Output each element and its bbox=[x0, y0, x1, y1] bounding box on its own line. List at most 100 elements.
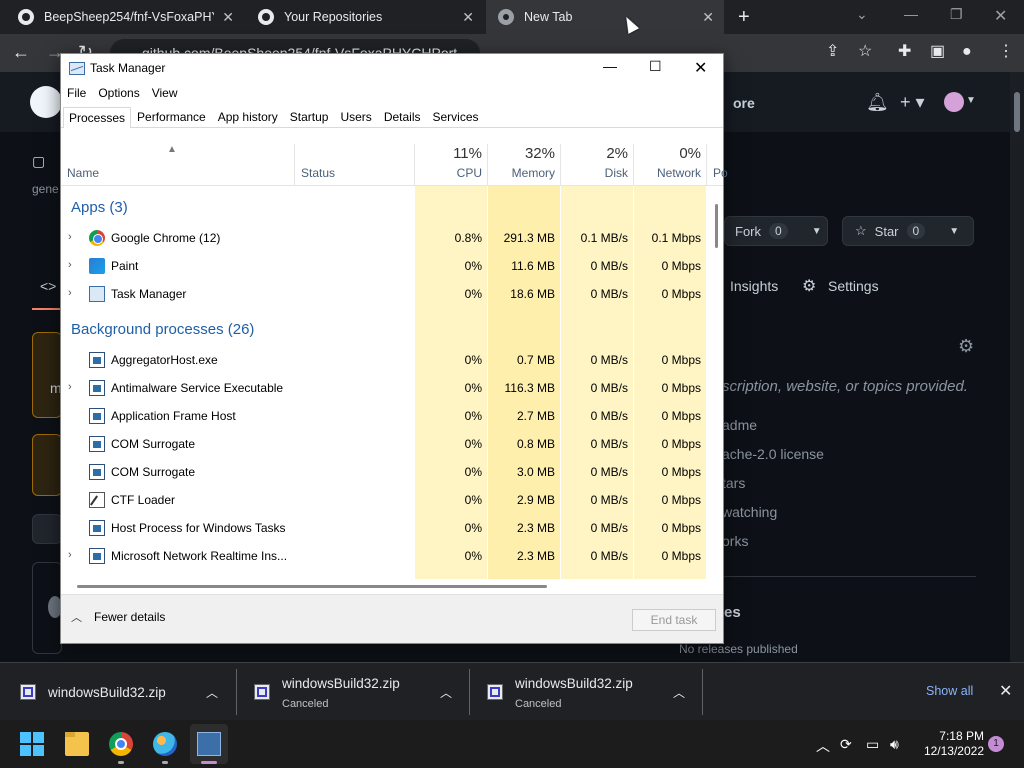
header-status[interactable]: Status bbox=[301, 166, 335, 180]
about-forks[interactable]: orks bbox=[722, 533, 748, 549]
table-row[interactable]: CTF Loader 0% 2.9 MB 0 MB/s 0 Mbps bbox=[61, 486, 711, 514]
minimize-icon[interactable]: — bbox=[904, 6, 918, 22]
new-tab-button[interactable]: + bbox=[738, 6, 750, 29]
maximize-icon[interactable]: ❐ bbox=[950, 6, 963, 23]
menu-file[interactable]: File bbox=[61, 84, 92, 104]
expand-chevron-icon[interactable]: › bbox=[68, 381, 72, 393]
menu-options[interactable]: Options bbox=[92, 84, 145, 104]
header-name[interactable]: Name bbox=[67, 166, 99, 180]
star-button[interactable]: ☆ Star 0 ▼ bbox=[842, 216, 974, 246]
create-new-icon[interactable]: + ▾ bbox=[900, 92, 925, 113]
menu-icon[interactable]: ⋮ bbox=[998, 42, 1014, 62]
share-icon[interactable]: ⇪ bbox=[826, 42, 839, 62]
minimize-icon[interactable]: — bbox=[603, 58, 617, 74]
about-stars[interactable]: tars bbox=[722, 475, 745, 491]
volume-icon[interactable]: 🔊︎ bbox=[890, 736, 899, 753]
chevron-down-icon[interactable]: ▼ bbox=[949, 226, 959, 237]
tab-services[interactable]: Services bbox=[427, 106, 485, 127]
file-explorer-icon[interactable] bbox=[65, 732, 89, 756]
close-download-shelf-icon[interactable]: ✕ bbox=[999, 681, 1012, 701]
page-scrollbar[interactable] bbox=[1010, 72, 1024, 662]
about-gear-icon[interactable]: ⚙ bbox=[958, 336, 974, 357]
column-separator[interactable] bbox=[487, 144, 488, 186]
start-menu-icon[interactable] bbox=[20, 732, 44, 756]
chevron-up-icon[interactable]: ︿ bbox=[673, 684, 685, 701]
header-power[interactable]: Po bbox=[713, 166, 728, 180]
fork-button[interactable]: Fork 0 ▼ bbox=[724, 216, 828, 246]
table-row[interactable]: Application Frame Host 0% 2.7 MB 0 MB/s … bbox=[61, 402, 711, 430]
github-logo-icon[interactable] bbox=[30, 86, 62, 118]
vertical-scrollbar[interactable] bbox=[711, 186, 723, 579]
table-row[interactable]: › Google Chrome (12) 0.8% 291.3 MB 0.1 M… bbox=[61, 224, 711, 252]
close-icon[interactable]: ✕ bbox=[694, 58, 707, 78]
column-separator[interactable] bbox=[560, 144, 561, 186]
releases-heading[interactable]: es bbox=[724, 604, 741, 621]
tab-performance[interactable]: Performance bbox=[131, 106, 212, 127]
tab-settings[interactable]: Settings bbox=[828, 278, 879, 294]
table-row[interactable]: › Antimalware Service Executable 0% 116.… bbox=[61, 374, 711, 402]
download-item[interactable]: windowsBuild32.zip Canceled ︿ bbox=[254, 663, 464, 721]
expand-chevron-icon[interactable]: › bbox=[68, 287, 72, 299]
tab-startup[interactable]: Startup bbox=[284, 106, 335, 127]
notification-badge[interactable]: 1 bbox=[988, 736, 1004, 752]
table-row[interactable]: › Microsoft Network Realtime Ins... 0% 2… bbox=[61, 542, 711, 570]
scrollbar-thumb[interactable] bbox=[715, 204, 718, 248]
about-watching[interactable]: watching bbox=[722, 504, 777, 520]
scrollbar-thumb[interactable] bbox=[1014, 92, 1020, 132]
show-all-downloads-link[interactable]: Show all bbox=[926, 684, 973, 698]
expand-chevron-icon[interactable]: › bbox=[68, 231, 72, 243]
chevron-up-icon[interactable]: ︿ bbox=[206, 684, 218, 701]
column-separator[interactable] bbox=[706, 144, 707, 186]
branch-select[interactable] bbox=[32, 514, 62, 544]
network-icon[interactable]: ▭ bbox=[866, 736, 879, 753]
tab-search-icon[interactable]: ⌄ bbox=[856, 6, 868, 23]
tab-app-history[interactable]: App history bbox=[212, 106, 284, 127]
close-icon[interactable]: ✕ bbox=[462, 9, 474, 26]
close-window-icon[interactable]: ✕ bbox=[994, 6, 1007, 26]
table-row[interactable]: › Task Manager 0% 18.6 MB 0 MB/s 0 Mbps bbox=[61, 280, 711, 308]
chrome-taskbar-icon[interactable] bbox=[109, 732, 133, 756]
download-item[interactable]: windowsBuild32.zip Canceled ︿ bbox=[487, 663, 697, 721]
about-license[interactable]: ache-2.0 license bbox=[722, 446, 824, 462]
update-icon[interactable]: ⟳ bbox=[840, 736, 852, 753]
tab-your-repositories[interactable]: Your Repositories ✕ bbox=[258, 0, 484, 34]
system-clock[interactable]: 7:18 PM 12/13/2022 bbox=[918, 729, 984, 759]
chevron-down-icon[interactable]: ▼ bbox=[812, 226, 822, 237]
side-panel-icon[interactable]: ▣ bbox=[930, 42, 945, 62]
end-task-button[interactable]: End task bbox=[632, 609, 716, 631]
expand-chevron-icon[interactable]: › bbox=[68, 549, 72, 561]
column-separator[interactable] bbox=[294, 144, 295, 186]
extensions-icon[interactable]: ✚ bbox=[898, 42, 911, 62]
table-row[interactable]: AggregatorHost.exe 0% 0.7 MB 0 MB/s 0 Mb… bbox=[61, 346, 711, 374]
chevron-up-icon[interactable]: ︿ bbox=[440, 684, 452, 701]
fewer-details-button[interactable]: ︿ Fewer details bbox=[71, 609, 165, 625]
notifications-bell-icon[interactable]: 🔔︎ bbox=[866, 92, 889, 113]
chevron-down-icon[interactable]: ▼ bbox=[966, 95, 976, 106]
github-header-more[interactable]: ore bbox=[733, 95, 755, 111]
tab-processes[interactable]: Processes bbox=[63, 107, 132, 128]
column-separator[interactable] bbox=[633, 144, 634, 186]
download-item[interactable]: windowsBuild32.zip ︿ bbox=[20, 663, 230, 721]
tab-new-tab[interactable]: New Tab ✕ bbox=[486, 0, 724, 34]
show-hidden-icons-chevron-icon[interactable]: ︿ bbox=[816, 736, 830, 756]
table-row[interactable]: COM Surrogate 0% 3.0 MB 0 MB/s 0 Mbps bbox=[61, 458, 711, 486]
avatar[interactable] bbox=[944, 92, 964, 112]
settings-gear-icon[interactable]: ⚙ bbox=[802, 276, 816, 296]
table-row[interactable]: Host Process for Windows Tasks 0% 2.3 MB… bbox=[61, 514, 711, 542]
column-separator[interactable] bbox=[414, 144, 415, 186]
code-icon[interactable]: <> bbox=[40, 278, 56, 294]
profile-icon[interactable]: ● bbox=[962, 42, 972, 62]
bookmark-star-icon[interactable]: ☆ bbox=[858, 42, 872, 62]
task-manager-title-bar[interactable]: Task Manager — ☐ ✕ bbox=[61, 54, 723, 82]
paint-taskbar-icon[interactable] bbox=[153, 732, 177, 756]
horizontal-scrollbar[interactable] bbox=[61, 579, 723, 593]
menu-view[interactable]: View bbox=[146, 84, 184, 104]
table-row[interactable]: › Paint 0% 11.6 MB 0 MB/s 0 Mbps bbox=[61, 252, 711, 280]
back-icon[interactable]: ← bbox=[12, 42, 30, 62]
task-manager-taskbar-button[interactable] bbox=[190, 724, 228, 764]
close-icon[interactable]: ✕ bbox=[702, 9, 714, 26]
tab-details[interactable]: Details bbox=[378, 106, 427, 127]
scrollbar-thumb[interactable] bbox=[77, 585, 547, 588]
expand-chevron-icon[interactable]: › bbox=[68, 259, 72, 271]
tab-users[interactable]: Users bbox=[334, 106, 377, 127]
